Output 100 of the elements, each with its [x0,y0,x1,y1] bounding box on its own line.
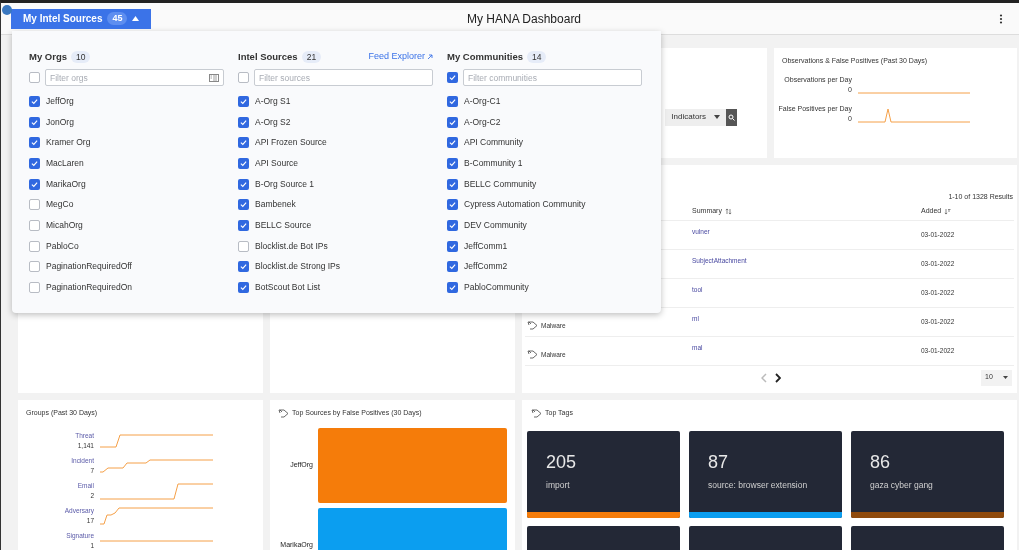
checkbox[interactable] [447,282,458,294]
source-label: API Source [255,157,298,170]
checkbox[interactable] [29,240,40,252]
source-label: PabloCommunity [464,281,529,294]
filter-field[interactable]: Filter sources [254,69,433,86]
checkbox[interactable] [29,219,40,231]
tag-tile[interactable]: 86 gaza cyber gang [851,430,1004,518]
source-label: A-Org-C2 [464,115,501,129]
source-label: MarikaOrg [46,177,86,191]
checkbox[interactable] [238,116,249,128]
caret-icon [132,16,140,21]
source-label: MacLaren [46,157,84,170]
feed-explorer-link[interactable]: Feed Explorer [368,50,433,64]
count-badge: 21 [301,50,322,64]
checkbox[interactable] [29,178,40,190]
checkbox[interactable] [29,157,40,169]
checkbox[interactable] [238,72,249,83]
source-label: Bambenek [255,198,296,212]
column-title: My Orgs [29,49,67,64]
source-label: Cypress Automation Community [464,198,586,212]
source-label: A-Org S2 [255,115,291,129]
source-label: BELLC Source [255,219,312,232]
checkbox[interactable] [238,157,249,169]
source-label: PaginationRequiredOff [46,260,132,274]
list-icon [209,73,219,82]
checkbox[interactable] [447,72,458,83]
source-label: Blocklist.de Bot IPs [255,239,328,253]
checkbox[interactable] [238,219,249,231]
checkbox[interactable] [447,95,458,107]
intel-sources-button[interactable]: My Intel Sources 45 [11,8,152,29]
checkbox[interactable] [29,137,40,149]
checkbox[interactable] [447,157,458,169]
checkbox[interactable] [238,178,249,190]
count-badge: 10 [71,50,91,64]
checkbox[interactable] [238,282,249,294]
tag-name: gaza cyber gang [870,478,934,492]
sort-icon [724,207,732,215]
checkbox[interactable] [29,261,40,273]
checkbox[interactable] [238,240,249,252]
tag-tile[interactable]: 87 source: browser extension [689,430,842,518]
tag-count: 86 [870,450,892,473]
source-label: JonOrg [46,115,74,129]
checkbox[interactable] [29,72,40,83]
tag-icon [278,408,289,418]
checkbox[interactable] [29,95,40,107]
next-page-icon[interactable] [775,372,781,383]
source-label: API Frozen Source [255,136,327,150]
checkbox[interactable] [238,95,249,107]
caret-icon [714,115,720,119]
search-button[interactable] [726,108,737,126]
checkbox[interactable] [447,137,458,149]
column-title: Intel Sources [238,49,298,64]
count-badge: 14 [527,50,547,64]
checkbox[interactable] [238,137,249,149]
checkbox[interactable] [447,199,458,211]
source-label: API Community [464,136,524,150]
checkbox[interactable] [447,178,458,190]
source-label: Blocklist.de Strong IPs [255,260,341,274]
tag-name: import [546,478,571,492]
source-label: B-Community 1 [464,157,523,170]
filter-field[interactable]: Filter communities [463,69,642,86]
column-title: My Communities [447,49,523,64]
source-label: JeffOrg [46,94,74,108]
source-label: MicahOrg [46,219,83,232]
checkbox[interactable] [447,116,458,128]
tag-count: 87 [708,450,730,473]
source-label: BotScout Bot List [255,281,321,294]
source-label: PaginationRequiredOn [46,281,132,294]
type-select[interactable]: Indicators [665,108,726,126]
tag-icon [527,321,538,330]
source-label: A-Org-C1 [464,94,501,108]
search-icon [728,113,735,121]
source-label: JeffComm2 [464,260,508,274]
checkbox[interactable] [29,199,40,211]
sort-icon [944,207,952,215]
source-label: A-Org S1 [255,94,291,108]
checkbox[interactable] [447,240,458,252]
tag-count: 205 [546,450,578,473]
tag-tile[interactable]: 205 import [527,430,680,518]
dashboard-title: My HANA Dashboard [467,10,582,28]
source-label: PabloCo [46,239,79,253]
tag-name: source: browser extension [708,478,809,492]
tag-icon [527,350,538,359]
source-label: DEV Community [464,219,527,232]
checkbox[interactable] [29,116,40,128]
checkbox[interactable] [238,199,249,211]
external-link-icon [427,54,433,60]
checkbox[interactable] [447,261,458,273]
checkbox[interactable] [29,282,40,294]
filter-field[interactable]: Filter orgs [45,69,224,86]
source-label: JeffComm1 [464,239,508,253]
more-icon[interactable] [999,13,1003,24]
tag-icon [531,408,542,418]
source-label: MegCo [46,198,74,212]
checkbox[interactable] [238,261,249,273]
caret-icon [1003,376,1008,379]
checkbox[interactable] [447,219,458,231]
source-label: Kramer Org [46,136,91,150]
count-badge: 45 [107,11,128,26]
source-label: BELLC Community [464,177,537,191]
